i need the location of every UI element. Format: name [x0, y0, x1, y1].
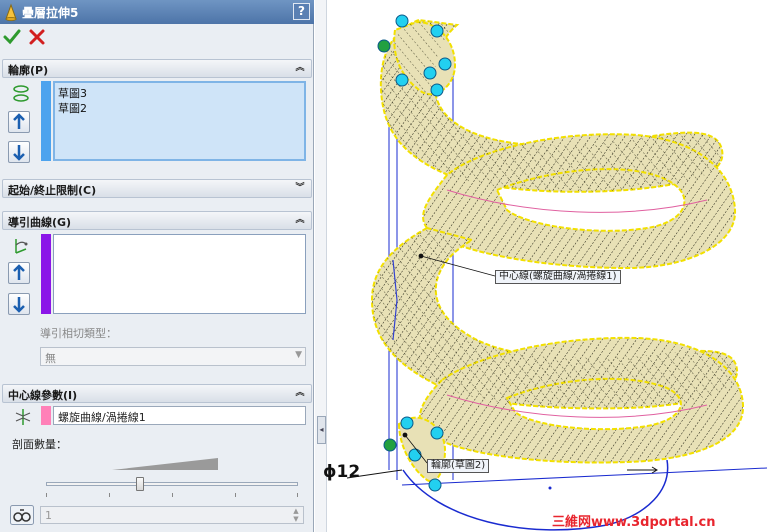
- slider-tick: [109, 493, 110, 497]
- profile-icon: [13, 85, 29, 102]
- graphics-viewport[interactable]: [327, 0, 769, 532]
- slider-tick: [46, 493, 47, 497]
- collapse-icon[interactable]: ︽: [293, 386, 307, 400]
- profile-list[interactable]: 草圖3 草圖2: [53, 81, 306, 161]
- guide-color-strip: [41, 234, 51, 314]
- watermark: 三維网www.3dportal.cn: [552, 515, 716, 530]
- section-title: 中心線參數(I): [8, 389, 78, 402]
- section-header-guides[interactable]: 導引曲線(G) ︽: [2, 211, 312, 230]
- tangency-value: 無: [45, 352, 56, 365]
- sections-slider-thumb[interactable]: [136, 477, 144, 491]
- sections-label: 剖面數量：: [12, 438, 67, 451]
- centerline-value: 螺旋曲線/渦捲線1: [58, 411, 146, 424]
- section-title: 起始/終止限制(C): [8, 184, 97, 197]
- section-header-constraints[interactable]: 起始/終止限制(C) ︾: [2, 179, 312, 198]
- diameter-dimension[interactable]: ϕ12: [323, 462, 360, 482]
- loft-body[interactable]: [370, 18, 745, 483]
- handle-point: [428, 478, 442, 492]
- handle-point: [438, 57, 452, 71]
- move-down-button[interactable]: [8, 141, 30, 163]
- x-icon[interactable]: [27, 27, 47, 47]
- profile-color-strip: [41, 81, 51, 161]
- section-title: 輪廓(P): [8, 64, 49, 77]
- guide-curve-icon: [15, 239, 28, 254]
- tangency-select[interactable]: 無 ▼: [40, 347, 306, 366]
- expand-icon[interactable]: ︾: [293, 181, 307, 195]
- move-up-button[interactable]: [8, 262, 30, 284]
- collapse-panel-button[interactable]: ◂: [317, 416, 326, 444]
- slider-tick: [235, 493, 236, 497]
- handle-point: [430, 24, 444, 38]
- handle-point: [383, 438, 397, 452]
- handle-point: [400, 416, 414, 430]
- sections-slider-track[interactable]: [46, 482, 298, 486]
- arrow-up-icon: [13, 264, 25, 280]
- centerline-color-strip: [41, 406, 51, 425]
- check-icon[interactable]: [2, 27, 22, 47]
- feature-title: 疊層拉伸5: [22, 6, 79, 20]
- panel-splitter[interactable]: [315, 0, 327, 532]
- title-bar: 疊層拉伸5 ?: [0, 0, 314, 24]
- guide-curve-list[interactable]: [53, 234, 306, 314]
- spinner-arrows-icon[interactable]: ▲ ▼: [290, 507, 302, 523]
- section-title: 導引曲線(G): [8, 216, 72, 229]
- arrow-up-icon: [13, 113, 25, 129]
- handle-point: [395, 73, 409, 87]
- move-down-button[interactable]: [8, 293, 30, 315]
- tangency-label: 導引相切類型：: [40, 327, 117, 340]
- show-preview-icon[interactable]: [10, 505, 34, 525]
- handle-point: [408, 448, 422, 462]
- handle-point: [430, 83, 444, 97]
- slider-tick: [297, 493, 298, 497]
- section-header-centerline[interactable]: 中心線參數(I) ︽: [2, 384, 312, 403]
- handle-point: [377, 39, 391, 53]
- centerline-icon: [15, 409, 31, 425]
- move-up-button[interactable]: [8, 111, 30, 133]
- section-header-profiles[interactable]: 輪廓(P) ︽: [2, 59, 312, 78]
- list-item[interactable]: 草圖3: [58, 85, 87, 101]
- centerline-field[interactable]: 螺旋曲線/渦捲線1: [53, 406, 306, 425]
- profile-callout[interactable]: 輪廓(草圖2): [427, 459, 490, 473]
- arrow-down-icon: [13, 145, 25, 161]
- loft-feature-icon: [5, 3, 17, 21]
- arrow-down-icon: [13, 297, 25, 313]
- help-button[interactable]: ?: [293, 3, 310, 20]
- sections-value: 1: [45, 509, 52, 522]
- handle-point: [395, 14, 409, 28]
- property-manager: 疊層拉伸5 ? 輪廓(P) ︽ 草圖3 草圖2 起始/終止限制(C) ︾ 導引曲…: [0, 0, 314, 532]
- handle-point: [430, 426, 444, 440]
- centerline-callout[interactable]: 中心線(螺旋曲線/渦捲線1): [495, 270, 621, 284]
- handle-point: [423, 66, 437, 80]
- collapse-icon[interactable]: ︽: [293, 213, 307, 227]
- list-item[interactable]: 草圖2: [58, 100, 87, 116]
- sections-count-spinner[interactable]: 1 ▲ ▼: [40, 506, 304, 524]
- sections-ramp-graphic: [112, 458, 218, 470]
- slider-tick: [172, 493, 173, 497]
- collapse-icon[interactable]: ︽: [293, 61, 307, 75]
- chevron-down-icon: ▼: [295, 350, 302, 360]
